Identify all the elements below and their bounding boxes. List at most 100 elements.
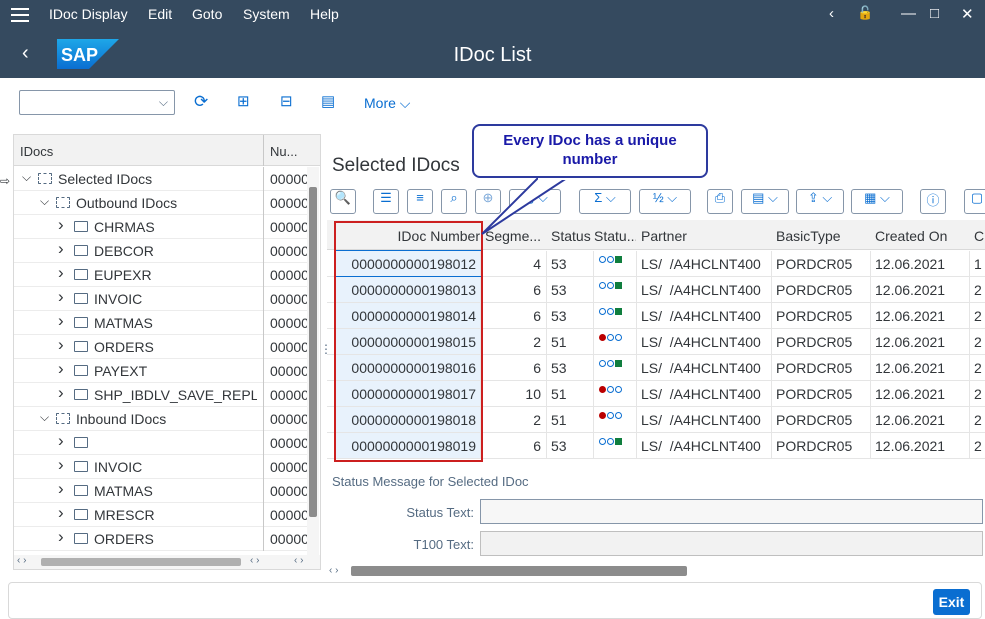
- cell-partner: LS/ /A4HCLNT400: [641, 438, 761, 454]
- expand-arrow-icon[interactable]: ›: [58, 383, 64, 403]
- tree-item[interactable]: › INVOIC 000000: [14, 455, 308, 479]
- maximize-icon[interactable]: □: [930, 5, 939, 22]
- folder-icon: [38, 173, 52, 184]
- back-nav-icon[interactable]: ‹: [829, 5, 834, 22]
- collapse-arrow-icon[interactable]: ⌵: [22, 170, 31, 185]
- column-divider: [870, 329, 871, 354]
- tree-item-label: MATMAS: [94, 315, 153, 331]
- menu-help[interactable]: Help: [310, 6, 339, 22]
- status-text-field[interactable]: [480, 499, 983, 524]
- col-status-icon[interactable]: Statu...: [594, 228, 636, 244]
- command-field[interactable]: ⌵: [19, 90, 175, 115]
- tree-item[interactable]: › MATMAS 000000: [14, 479, 308, 503]
- scroll-left-icon[interactable]: ‹ ›: [329, 565, 338, 576]
- footer-bar: Exit: [8, 582, 982, 619]
- tree-item[interactable]: › MATMAS 000002: [14, 311, 308, 335]
- more-button[interactable]: More ⌵: [364, 95, 410, 112]
- menu-idoc-display[interactable]: IDoc Display: [49, 6, 128, 22]
- details-icon[interactable]: 🔍: [330, 189, 356, 214]
- tree-item[interactable]: › ORDERS 000000: [14, 335, 308, 359]
- menu-goto[interactable]: Goto: [192, 6, 222, 22]
- folder-icon: [74, 485, 88, 496]
- tree-col-number[interactable]: Nu...: [270, 144, 297, 159]
- hierarchy-icon[interactable]: ▤: [321, 92, 335, 110]
- close-icon[interactable]: ✕: [961, 5, 974, 23]
- expand-all-icon[interactable]: ⊞: [237, 92, 250, 110]
- tree-item[interactable]: › PAYEXT 000000: [14, 359, 308, 383]
- tree-item[interactable]: › ORDERS 000000: [14, 527, 308, 551]
- layout-icon[interactable]: ▦ ⌵: [851, 189, 903, 214]
- tree-item[interactable]: ⌵ Inbound IDocs 000000: [14, 407, 308, 431]
- expand-arrow-icon[interactable]: ›: [58, 311, 64, 331]
- table-horizontal-scrollbar[interactable]: ‹ ›: [327, 564, 985, 578]
- expand-arrow-icon[interactable]: ›: [58, 431, 64, 451]
- filter-icon[interactable]: ≡: [407, 189, 433, 214]
- tree-item-count: 000000: [270, 411, 308, 427]
- expand-arrow-icon[interactable]: ›: [58, 239, 64, 259]
- tree-item[interactable]: ⌵ Selected IDocs 000002: [14, 167, 308, 191]
- expand-arrow-icon[interactable]: ›: [58, 479, 64, 499]
- tree-item[interactable]: › CHRMAS 000000: [14, 215, 308, 239]
- print-icon[interactable]: ⎙: [707, 189, 733, 214]
- scroll-right-icon[interactable]: ‹ ›: [294, 555, 303, 566]
- sort-ascending-icon[interactable]: ☰: [373, 189, 399, 214]
- collapse-all-icon[interactable]: ⊟: [280, 92, 293, 110]
- column-divider: [593, 303, 594, 328]
- cell-segments: 6: [533, 308, 541, 324]
- expand-arrow-icon[interactable]: ›: [58, 359, 64, 379]
- subtotal-icon[interactable]: ½ ⌵: [639, 189, 691, 214]
- collapse-arrow-icon[interactable]: ⌵: [40, 194, 49, 209]
- cell-status: 53: [551, 308, 567, 324]
- unlock-icon[interactable]: 🔓: [857, 5, 873, 21]
- scroll-left-icon[interactable]: ‹ ›: [17, 555, 26, 566]
- tree-horizontal-scrollbar[interactable]: ‹ › ‹ › ‹ ›: [14, 555, 320, 569]
- find-icon[interactable]: ⌕: [441, 189, 467, 214]
- menu-edit[interactable]: Edit: [148, 6, 172, 22]
- column-divider: [263, 479, 264, 503]
- tree-item[interactable]: ⌵ Outbound IDocs 000002: [14, 191, 308, 215]
- expand-arrow-icon[interactable]: ›: [58, 455, 64, 475]
- tree-item[interactable]: › INVOIC 000000: [14, 287, 308, 311]
- scroll-thumb[interactable]: [351, 566, 687, 576]
- col-basic-type[interactable]: BasicType: [776, 228, 866, 244]
- refresh-icon[interactable]: ⟳: [194, 92, 208, 112]
- col-created-on[interactable]: Created On: [875, 228, 965, 244]
- tree-item[interactable]: › 000000: [14, 431, 308, 455]
- tree-item[interactable]: › EUPEXR 000000: [14, 263, 308, 287]
- scroll-thumb[interactable]: [41, 558, 241, 566]
- menu-system[interactable]: System: [243, 6, 290, 22]
- folder-icon: [74, 389, 88, 400]
- title-bar: ‹ SAP IDoc List: [0, 30, 985, 78]
- more-tools-icon[interactable]: ▢: [964, 189, 985, 214]
- tree-item[interactable]: › SHP_IBDLV_SAVE_REPLICA 000000: [14, 383, 308, 407]
- expand-arrow-icon[interactable]: ›: [58, 335, 64, 355]
- col-partner[interactable]: Partner: [641, 228, 766, 244]
- col-c[interactable]: C: [974, 228, 985, 244]
- scroll-left-icon[interactable]: ‹ ›: [250, 555, 259, 566]
- sum-icon[interactable]: Σ ⌵: [579, 189, 631, 214]
- chevron-down-icon[interactable]: ⌵: [159, 95, 168, 110]
- tree-col-idocs[interactable]: IDocs: [20, 144, 53, 159]
- collapse-arrow-icon[interactable]: ⌵: [40, 410, 49, 425]
- t100-text-field[interactable]: [480, 531, 983, 556]
- info-icon[interactable]: ⓘ: [920, 189, 946, 214]
- tree-item[interactable]: › MRESCR 000000: [14, 503, 308, 527]
- cell-c: 1: [974, 256, 982, 272]
- view-icon[interactable]: ▤ ⌵: [741, 189, 789, 214]
- cell-created-on: 12.06.2021: [875, 256, 946, 272]
- expand-arrow-icon[interactable]: ›: [58, 503, 64, 523]
- status-error-icon: [599, 386, 623, 396]
- expand-arrow-icon[interactable]: ›: [58, 215, 64, 235]
- scroll-thumb[interactable]: [309, 187, 317, 517]
- tree-item[interactable]: › DEBCOR 000000: [14, 239, 308, 263]
- expand-arrow-icon[interactable]: ›: [58, 527, 64, 547]
- expand-arrow-icon[interactable]: ›: [58, 287, 64, 307]
- tree-vertical-scrollbar[interactable]: [307, 167, 319, 557]
- export-icon[interactable]: ⇪ ⌵: [796, 189, 844, 214]
- column-divider: [771, 407, 772, 432]
- exit-button[interactable]: Exit: [933, 589, 970, 615]
- expand-arrow-icon[interactable]: ›: [58, 263, 64, 283]
- minimize-icon[interactable]: —: [901, 5, 916, 22]
- callout-pointer: [481, 175, 574, 235]
- hamburger-menu-icon[interactable]: [11, 8, 29, 22]
